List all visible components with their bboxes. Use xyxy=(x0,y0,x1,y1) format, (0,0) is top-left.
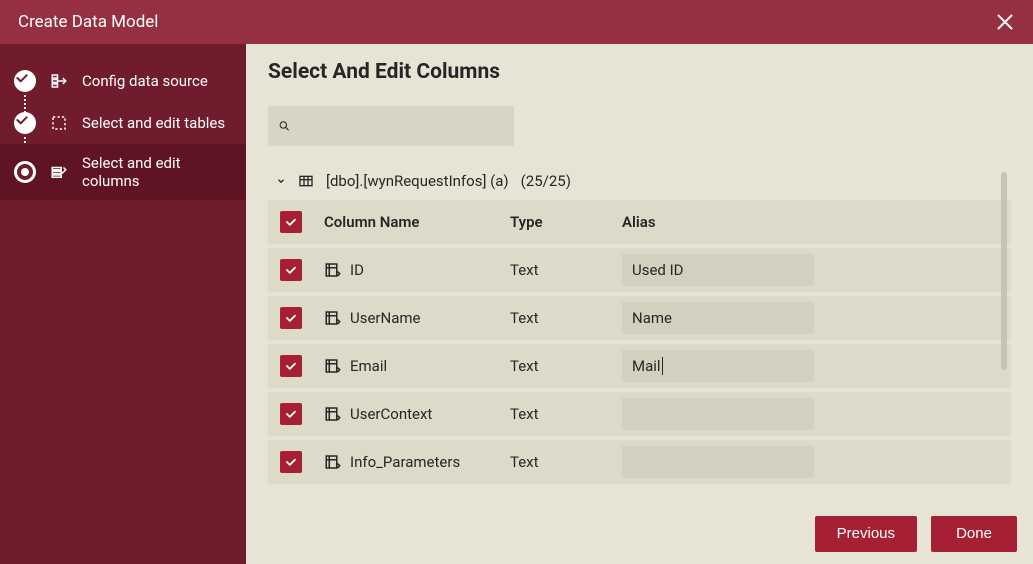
column-icon xyxy=(324,405,342,423)
alias-input[interactable]: Used ID xyxy=(622,254,814,286)
column-icon xyxy=(324,357,342,375)
check-circle-icon xyxy=(14,112,36,134)
search-input[interactable] xyxy=(268,106,514,146)
search-icon xyxy=(278,119,291,133)
previous-button[interactable]: Previous xyxy=(815,516,917,552)
row-checkbox[interactable] xyxy=(280,355,302,377)
table-row: UserName Text Name xyxy=(268,296,1011,340)
step-label: Select and edit columns xyxy=(82,154,232,190)
step-label: Select and edit tables xyxy=(82,114,225,132)
row-checkbox[interactable] xyxy=(280,307,302,329)
column-type: Text xyxy=(510,309,539,327)
column-name: Email xyxy=(350,357,387,375)
step-label: Config data source xyxy=(82,72,208,90)
alias-input[interactable] xyxy=(622,398,814,430)
current-step-icon xyxy=(14,161,36,183)
table-row: ID Text Used ID xyxy=(268,248,1011,292)
close-icon[interactable] xyxy=(993,10,1017,34)
step-select-tables[interactable]: Select and edit tables xyxy=(0,102,246,144)
step-select-columns[interactable]: Select and edit columns xyxy=(0,144,246,200)
chevron-down-icon xyxy=(276,176,286,186)
columns-icon xyxy=(50,163,68,181)
step-config-data-source[interactable]: Config data source xyxy=(0,60,246,102)
column-name: UserContext xyxy=(350,405,432,423)
column-type: Text xyxy=(510,453,539,471)
footer: Previous Done xyxy=(246,502,1033,564)
header-alias: Alias xyxy=(622,213,656,231)
table-row: Info_Parameters Text xyxy=(268,440,1011,484)
column-name: Info_Parameters xyxy=(350,453,460,471)
header-name: Column Name xyxy=(324,213,419,231)
column-name: ID xyxy=(350,261,364,279)
table-row: Email Text Mail xyxy=(268,344,1011,388)
alias-input[interactable] xyxy=(622,446,814,478)
table-icon xyxy=(298,173,314,189)
table-group-name: [dbo].[wynRequestInfos] (a) xyxy=(326,172,509,190)
alias-input[interactable]: Name xyxy=(622,302,814,334)
row-checkbox[interactable] xyxy=(280,259,302,281)
grid-header-row: Column Name Type Alias xyxy=(268,200,1011,244)
sidebar: Config data source Select and edit table… xyxy=(0,44,246,564)
column-icon xyxy=(324,261,342,279)
window-title: Create Data Model xyxy=(18,12,993,32)
column-type: Text xyxy=(510,405,539,423)
column-name: UserName xyxy=(350,309,420,327)
check-circle-icon xyxy=(14,70,36,92)
search-field[interactable] xyxy=(299,118,504,134)
done-button[interactable]: Done xyxy=(931,516,1017,552)
column-icon xyxy=(324,309,342,327)
table-row: UserContext Text xyxy=(268,392,1011,436)
datasource-icon xyxy=(50,72,68,90)
header-type: Type xyxy=(510,213,543,231)
alias-input[interactable]: Mail xyxy=(622,350,814,382)
scrollbar[interactable] xyxy=(1001,172,1007,370)
table-select-icon xyxy=(50,114,68,132)
column-icon xyxy=(324,453,342,471)
table-group-header[interactable]: [dbo].[wynRequestInfos] (a) (25/25) xyxy=(268,172,1011,200)
select-all-checkbox[interactable] xyxy=(280,211,302,233)
page-title: Select And Edit Columns xyxy=(268,60,1011,84)
row-checkbox[interactable] xyxy=(280,403,302,425)
row-checkbox[interactable] xyxy=(280,451,302,473)
column-type: Text xyxy=(510,357,539,375)
titlebar: Create Data Model xyxy=(0,0,1033,44)
column-type: Text xyxy=(510,261,539,279)
table-group-count: (25/25) xyxy=(521,172,571,190)
